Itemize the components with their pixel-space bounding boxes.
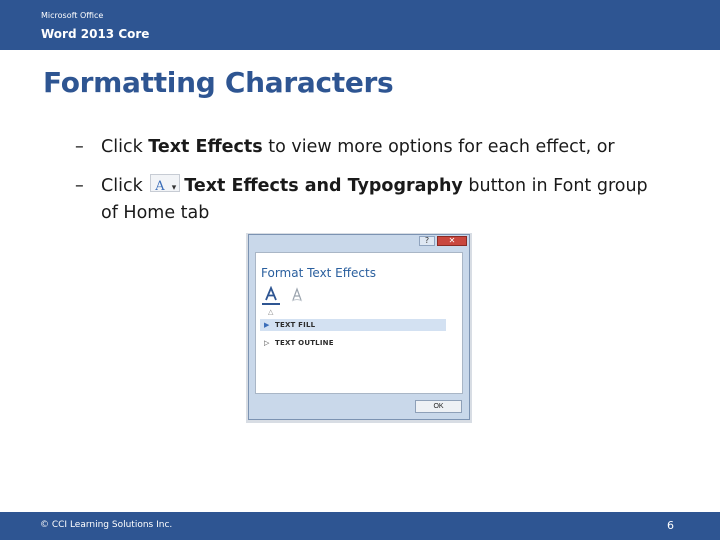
text-effects-icon: A ▾	[150, 174, 181, 194]
section-text-fill[interactable]: TEXT FILL	[275, 321, 315, 329]
text-fill-outline-tab-icon[interactable]	[264, 286, 278, 302]
dialog-heading: Format Text Effects	[261, 266, 376, 280]
help-button[interactable]: ?	[419, 236, 435, 246]
bullet-dash: –	[75, 176, 84, 196]
bullet-1-bold: Text Effects	[148, 137, 263, 157]
product-name: Microsoft Office	[41, 11, 104, 20]
copyright: © CCI Learning Solutions Inc.	[40, 520, 173, 530]
bullet-1-pre: Click	[101, 137, 149, 157]
close-button[interactable]: ✕	[437, 236, 467, 246]
header-band	[0, 0, 720, 50]
ok-button[interactable]: OK	[415, 400, 462, 413]
text-effects-tab-icon[interactable]	[291, 287, 303, 302]
slide-title: Formatting Characters	[43, 66, 394, 99]
chevron-right-icon[interactable]: ▶	[264, 321, 269, 329]
bullet-2-bold: Text Effects and Typography	[184, 176, 463, 196]
active-tab-indicator	[262, 303, 280, 305]
course-name: Word 2013 Core	[41, 27, 150, 41]
chevron-right-icon[interactable]: ▷	[264, 339, 269, 347]
bullet-1: – Click Text Effects to view more option…	[75, 134, 615, 161]
caret-up-icon: △	[268, 308, 274, 316]
bullet-2-pre: Click	[101, 176, 149, 196]
page-number: 6	[667, 519, 674, 532]
bullet-dash: –	[75, 137, 84, 157]
bullet-2: – Click A ▾ Text Effects and Typography bu…	[75, 173, 661, 227]
bullet-1-post: to view more options for each effect, or	[262, 137, 615, 157]
section-text-outline[interactable]: TEXT OUTLINE	[275, 339, 334, 347]
